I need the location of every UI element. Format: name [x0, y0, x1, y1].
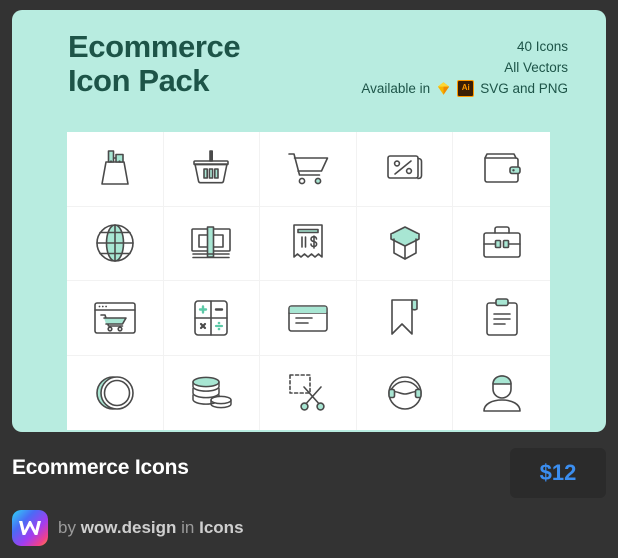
- icon-grid: [67, 132, 550, 430]
- icon-cell-shopping-basket-icon[interactable]: [163, 132, 261, 207]
- icon-cell-open-box-icon[interactable]: [356, 206, 454, 281]
- price-label: $12: [539, 460, 577, 485]
- price-badge[interactable]: $12: [510, 448, 606, 498]
- icon-cell-shopping-cart-icon[interactable]: [260, 132, 357, 207]
- icon-cell-user-profile-icon[interactable]: [453, 356, 550, 431]
- byline: by wow.design in Icons: [12, 510, 244, 546]
- icon-cell-shopping-bag-icon[interactable]: [67, 132, 164, 207]
- icon-cell-cash-stack-icon[interactable]: [163, 206, 261, 281]
- icon-cell-clipboard-icon[interactable]: [453, 281, 550, 356]
- hero-stats: 40 Icons All Vectors Available in Ai SVG…: [361, 36, 568, 99]
- vectors-label: All Vectors: [504, 60, 568, 75]
- icon-cell-coins-stack-icon[interactable]: [164, 355, 261, 430]
- byline-text: by wow.design in Icons: [58, 518, 244, 538]
- icon-cell-receipt-icon[interactable]: [260, 206, 357, 281]
- icon-cell-customer-support-icon[interactable]: [357, 355, 454, 430]
- icon-cell-wallet-icon[interactable]: [453, 132, 550, 207]
- icon-cell-globe-icon[interactable]: [67, 206, 164, 281]
- adobe-illustrator-icon: Ai: [457, 80, 475, 97]
- category-name[interactable]: Icons: [199, 518, 243, 537]
- icon-cell-online-store-icon[interactable]: [67, 281, 164, 356]
- icon-cell-coin-icon[interactable]: [67, 355, 164, 430]
- icon-cell-scissors-coupon-icon[interactable]: [260, 355, 357, 430]
- formats-label: SVG and PNG: [480, 81, 568, 96]
- product-title: Ecommerce Icons: [12, 456, 189, 479]
- sketch-diamond-icon: [436, 81, 451, 96]
- wow-design-logo[interactable]: [12, 510, 48, 546]
- byline-middle: in: [181, 518, 195, 537]
- icon-cell-bookmark-icon[interactable]: [356, 281, 454, 356]
- preview-card[interactable]: Ecommerce Icon Pack 40 Icons All Vectors…: [12, 10, 606, 432]
- icon-count-label: 40 Icons: [516, 39, 568, 54]
- byline-prefix: by: [58, 518, 76, 537]
- product-footer: Ecommerce Icons $12 by wow.design in Ico…: [0, 436, 618, 558]
- product-preview-page: Ecommerce Icon Pack 40 Icons All Vectors…: [0, 0, 618, 558]
- icon-cell-discount-percent-icon[interactable]: [356, 132, 454, 207]
- author-name[interactable]: wow.design: [81, 518, 177, 537]
- hero-section: Ecommerce Icon Pack 40 Icons All Vectors…: [12, 10, 606, 132]
- icon-cell-briefcase-icon[interactable]: [453, 207, 550, 281]
- availability-line: Available in Ai SVG and PNG: [361, 78, 568, 99]
- icon-cell-credit-card-icon[interactable]: [260, 281, 357, 356]
- icon-cell-calculator-icon[interactable]: [163, 281, 261, 356]
- page-title: Ecommerce Icon Pack: [68, 29, 241, 98]
- available-in-label: Available in: [361, 81, 431, 96]
